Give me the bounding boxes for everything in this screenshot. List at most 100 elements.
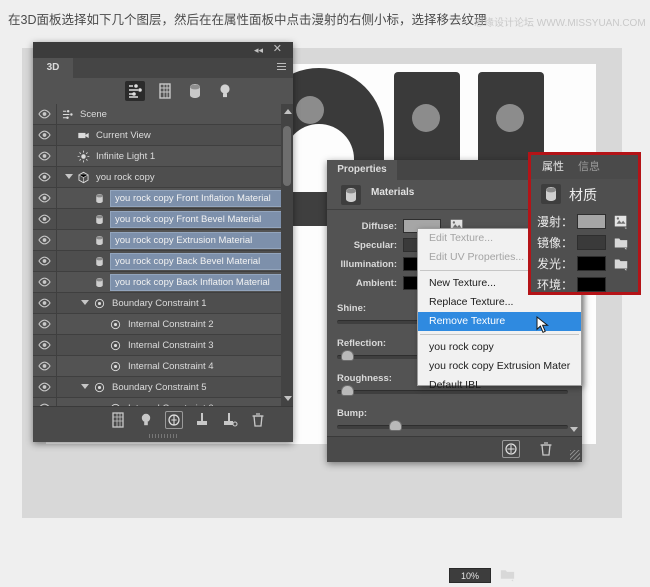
annotation-row-label: 环境：	[537, 274, 573, 296]
add-constraint-icon[interactable]	[165, 411, 183, 429]
layer-visibility-toggle[interactable]	[33, 167, 57, 187]
eye-icon	[38, 319, 51, 329]
annotation-header: 材质	[531, 179, 638, 209]
slider-label: Roughness:	[337, 373, 392, 384]
layer-row[interactable]: Boundary Constraint 1	[33, 293, 293, 314]
layer-row[interactable]: Boundary Constraint 5	[33, 377, 293, 398]
twirl-toggle[interactable]	[81, 384, 89, 389]
mesh-filter-button[interactable]	[155, 81, 175, 101]
layer-row[interactable]: Current View	[33, 125, 293, 146]
material-icon	[93, 213, 106, 226]
layer-visibility-toggle[interactable]	[33, 314, 57, 334]
resize-grip[interactable]	[149, 434, 177, 438]
layer-visibility-toggle[interactable]	[33, 125, 57, 145]
lights-filter-button[interactable]	[215, 81, 235, 101]
add-spot-light-icon[interactable]	[221, 411, 239, 429]
layer-row[interactable]: you rock copy Back Inflation Material	[33, 272, 293, 293]
layer-row[interactable]: Internal Constraint 2	[33, 314, 293, 335]
panel-menu-icon[interactable]	[274, 63, 286, 72]
layer-visibility-toggle[interactable]	[33, 209, 57, 229]
folder-icon[interactable]	[613, 256, 628, 270]
annotation-tab-properties[interactable]: 属性	[537, 158, 569, 177]
color-swatch[interactable]	[577, 256, 606, 271]
menu-item[interactable]: Default IBL	[418, 376, 581, 395]
menu-item[interactable]: you rock copy	[418, 338, 581, 357]
layer-row[interactable]: you rock copy	[33, 167, 293, 188]
filter-row	[33, 78, 293, 104]
scrollbar-thumb[interactable]	[283, 126, 291, 186]
slider-track[interactable]	[337, 425, 568, 429]
menu-item[interactable]: Remove Texture	[418, 312, 581, 331]
properties-scroll-down-arrow[interactable]	[570, 427, 578, 432]
layer-visibility-toggle[interactable]	[33, 377, 57, 397]
layer-label: Infinite Light 1	[96, 146, 155, 167]
materials-icon	[541, 184, 561, 204]
bump-value-field[interactable]: 10%	[449, 568, 491, 583]
color-swatch[interactable]	[577, 214, 606, 229]
layer-visibility-toggle[interactable]	[33, 251, 57, 271]
layer-row[interactable]: you rock copy Extrusion Material	[33, 230, 293, 251]
add-point-light-icon[interactable]	[193, 411, 211, 429]
layer-row[interactable]: Internal Constraint 4	[33, 356, 293, 377]
layer-list[interactable]: SceneCurrent ViewInfinite Light 1you roc…	[33, 104, 293, 406]
glyph-highlight	[296, 96, 324, 124]
layer-visibility-toggle[interactable]	[33, 356, 57, 376]
tab-properties[interactable]: Properties	[327, 160, 397, 180]
layer-row[interactable]: Scene	[33, 104, 293, 125]
annotation-row: 环境：	[531, 274, 638, 296]
texture-loaded-icon[interactable]	[613, 214, 628, 228]
add-mesh-icon[interactable]	[109, 411, 127, 429]
scroll-up-arrow[interactable]	[284, 109, 292, 114]
slider-knob[interactable]	[389, 420, 402, 431]
slider-knob[interactable]	[341, 350, 354, 361]
eye-icon	[38, 277, 51, 287]
new-material-icon[interactable]	[502, 440, 520, 458]
layer-row[interactable]: you rock copy Front Inflation Material	[33, 188, 293, 209]
constraint-icon	[93, 297, 106, 310]
scroll-down-arrow[interactable]	[284, 396, 292, 401]
folder-icon[interactable]	[613, 235, 628, 249]
layer-visibility-toggle[interactable]	[33, 293, 57, 313]
resize-grip[interactable]	[570, 450, 580, 460]
materials-filter-button[interactable]	[185, 81, 205, 101]
scene-icon	[125, 81, 145, 101]
layer-visibility-toggle[interactable]	[33, 335, 57, 355]
layer-row[interactable]: you rock copy Front Bevel Material	[33, 209, 293, 230]
constraint-icon	[93, 381, 106, 394]
layer-row[interactable]: Infinite Light 1	[33, 146, 293, 167]
slider-label: Reflection:	[337, 338, 386, 349]
slider-knob[interactable]	[341, 385, 354, 396]
layer-row[interactable]: Internal Constraint 6	[33, 398, 293, 406]
delete-icon[interactable]	[537, 440, 555, 458]
close-icon[interactable]: ✕	[273, 43, 282, 55]
eye-icon	[38, 130, 51, 140]
tab-3d[interactable]: 3D	[33, 58, 73, 78]
layer-visibility-toggle[interactable]	[33, 398, 57, 406]
bump-texture-button[interactable]	[499, 566, 516, 582]
delete-icon[interactable]	[249, 411, 267, 429]
layer-visibility-toggle[interactable]	[33, 188, 57, 208]
twirl-toggle[interactable]	[65, 174, 73, 179]
layer-row[interactable]: Internal Constraint 3	[33, 335, 293, 356]
collapse-icon[interactable]: ◂◂	[254, 45, 263, 56]
annotation-tab-info[interactable]: 信息	[573, 158, 605, 177]
layer-visibility-toggle[interactable]	[33, 230, 57, 250]
layer-visibility-toggle[interactable]	[33, 272, 57, 292]
materials-icon	[185, 81, 205, 101]
layer-row[interactable]: you rock copy Back Bevel Material	[33, 251, 293, 272]
annotation-tab-bar: 属性 信息	[531, 155, 638, 179]
layer-visibility-toggle[interactable]	[33, 146, 57, 166]
eye-icon	[38, 109, 51, 119]
menu-item[interactable]: you rock copy Extrusion Mater	[418, 357, 581, 376]
panel-3d[interactable]: ◂◂ ✕ 3D	[33, 42, 293, 442]
twirl-toggle[interactable]	[81, 300, 89, 305]
annotation-row: 漫射：	[531, 211, 638, 233]
add-light-icon[interactable]	[137, 411, 155, 429]
layer-list-scrollbar[interactable]	[281, 104, 293, 406]
scene-filter-button[interactable]	[125, 81, 145, 101]
property-label: Ambient:	[327, 274, 397, 293]
layer-label: Boundary Constraint 1	[112, 293, 207, 314]
color-swatch[interactable]	[577, 277, 606, 292]
color-swatch[interactable]	[577, 235, 606, 250]
layer-visibility-toggle[interactable]	[33, 104, 57, 124]
